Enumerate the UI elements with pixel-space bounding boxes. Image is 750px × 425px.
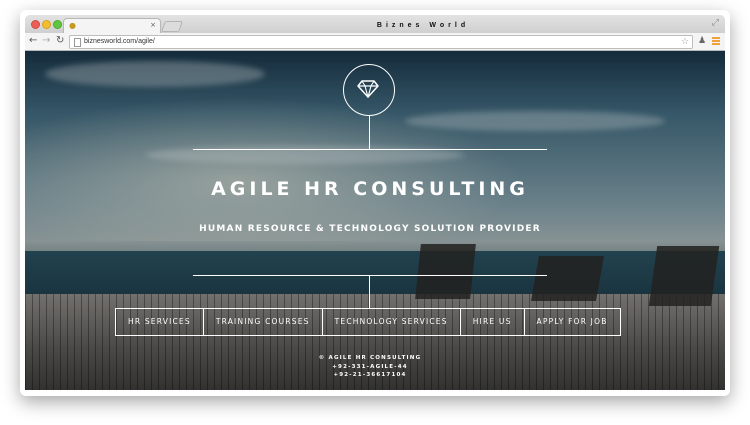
reload-icon[interactable]: ↻: [56, 34, 64, 48]
footer-copyright: © AGILE HR CONSULTING: [318, 355, 422, 361]
forward-icon[interactable]: →: [42, 34, 50, 48]
menu-icon[interactable]: [712, 37, 720, 46]
page-title: AGILE HR CONSULTING: [211, 178, 529, 200]
expand-icon[interactable]: ⤢: [712, 17, 719, 29]
tab-biznes-world[interactable]: ● Biznes World ×: [63, 18, 465, 34]
divider-vertical-top: [369, 116, 370, 149]
bookmark-star-icon[interactable]: ☆: [681, 36, 689, 48]
tab-close-icon[interactable]: ×: [150, 21, 156, 30]
back-icon[interactable]: ←: [29, 34, 37, 48]
favicon-icon: ●: [69, 21, 76, 30]
page-content: AGILE HR CONSULTING HUMAN RESOURCE & TEC…: [25, 51, 725, 390]
nav-training-courses[interactable]: TRAINING COURSES: [204, 309, 323, 335]
logo-circle: [343, 64, 395, 116]
nav-hire-us[interactable]: HIRE US: [461, 309, 525, 335]
tab-strip: ● Biznes World × ⤢: [25, 15, 725, 34]
divider-bottom: [193, 275, 547, 276]
url-text[interactable]: biznesworld.com/agile/: [84, 36, 155, 48]
browser-toolbar: ← → ↻ biznesworld.com/agile/ ☆ ♟: [25, 33, 725, 51]
footer-phone-1: +92-331-AGILE-44: [332, 363, 408, 370]
minimize-window-button[interactable]: [42, 20, 51, 29]
divider-top: [193, 149, 547, 150]
nav-technology-services[interactable]: TECHNOLOGY SERVICES: [323, 309, 461, 335]
page-icon: [74, 38, 81, 47]
divider-vertical-bottom: [369, 275, 370, 308]
footer: © AGILE HR CONSULTING +92-331-AGILE-44 +…: [25, 354, 715, 380]
browser-window: ● Biznes World × ⤢ ← → ↻ biznesworld.com…: [25, 15, 725, 390]
nav-apply-for-job[interactable]: APPLY FOR JOB: [525, 309, 620, 335]
main-nav: HR SERVICES TRAINING COURSES TECHNOLOGY …: [115, 308, 621, 336]
nav-hr-services[interactable]: HR SERVICES: [116, 309, 204, 335]
zoom-window-button[interactable]: [53, 20, 62, 29]
close-window-button[interactable]: [31, 20, 40, 29]
page-subtitle: HUMAN RESOURCE & TECHNOLOGY SOLUTION PRO…: [199, 224, 541, 234]
address-bar[interactable]: biznesworld.com/agile/ ☆: [69, 35, 693, 49]
extension-icon[interactable]: ♟: [698, 36, 706, 47]
footer-phone-2: +92-21-36617104: [333, 372, 407, 378]
new-tab-button[interactable]: [160, 21, 184, 32]
diamond-icon: [357, 80, 379, 98]
